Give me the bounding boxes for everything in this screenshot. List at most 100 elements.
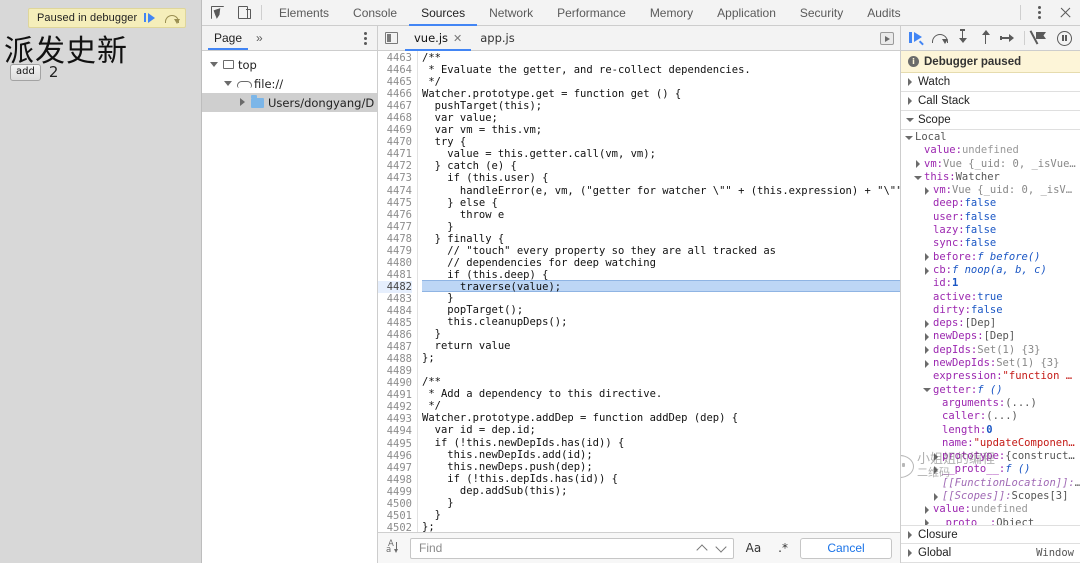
scope-row[interactable]: [[Scopes]]: Scopes[3] [901, 490, 1080, 503]
tab-audits[interactable]: Audits [855, 0, 912, 26]
close-icon[interactable]: ✕ [453, 32, 462, 45]
line-number[interactable]: 4474 [378, 185, 412, 197]
code-line[interactable]: handleError(e, vm, ("getter for watcher … [422, 185, 900, 197]
tab-memory[interactable]: Memory [638, 0, 705, 26]
code-line[interactable]: */ [422, 76, 900, 88]
line-number[interactable]: 4463 [378, 52, 412, 64]
code-line[interactable]: } [422, 221, 900, 233]
code-line[interactable]: // "touch" every property so they are al… [422, 245, 900, 257]
scope-row[interactable]: vm: Vue {_uid: 0, _isVue… [901, 158, 1080, 171]
code-line[interactable]: pushTarget(this); [422, 100, 900, 112]
tab-sources[interactable]: Sources [409, 0, 477, 26]
scope-row[interactable]: deep: false [901, 197, 1080, 210]
toggle-device-toolbar-button[interactable] [230, 1, 256, 25]
line-number[interactable]: 4465 [378, 76, 412, 88]
customize-devtools-button[interactable] [1026, 1, 1052, 25]
tab-application[interactable]: Application [705, 0, 788, 26]
code-line[interactable]: Watcher.prototype.addDep = function addD… [422, 412, 900, 424]
code-line[interactable]: */ [422, 400, 900, 412]
line-number[interactable]: 4470 [378, 136, 412, 148]
chevron-right-icon[interactable] [906, 549, 914, 557]
show-navigator-icon[interactable] [385, 32, 398, 44]
scope-row[interactable]: before: f before() [901, 251, 1080, 264]
line-number[interactable]: 4471 [378, 148, 412, 160]
line-number[interactable]: 4495 [378, 438, 412, 450]
line-number[interactable]: 4484 [378, 305, 412, 317]
tab-elements[interactable]: Elements [267, 0, 341, 26]
code-line[interactable]: /** [422, 52, 900, 64]
line-number[interactable]: 4483 [378, 293, 412, 305]
scope-row[interactable]: depIds: Set(1) {3} [901, 344, 1080, 357]
scope-row[interactable]: newDepIds: Set(1) {3} [901, 357, 1080, 370]
line-number[interactable]: 4467 [378, 100, 412, 112]
code-line[interactable]: throw e [422, 209, 900, 221]
navigator-more-tabs[interactable]: » [248, 31, 271, 45]
step-out-icon[interactable] [975, 27, 996, 49]
pause-on-exceptions-icon[interactable] [1053, 27, 1074, 49]
code-line[interactable]: popTarget(); [422, 304, 900, 316]
code-content[interactable]: /** * Evaluate the getter, and re-collec… [418, 51, 900, 532]
section-scope[interactable]: Scope [901, 111, 1080, 130]
tree-item-top[interactable]: top [202, 55, 377, 74]
find-next-icon[interactable] [712, 539, 730, 558]
match-whole-word-icon[interactable]: A a [386, 539, 403, 556]
scope-row[interactable]: newDeps: [Dep] [901, 330, 1080, 343]
line-number[interactable]: 4491 [378, 389, 412, 401]
scope-row[interactable]: deps: [Dep] [901, 317, 1080, 330]
line-number[interactable]: 4466 [378, 88, 412, 100]
line-number[interactable]: 4498 [378, 474, 412, 486]
line-number[interactable]: 4502 [378, 522, 412, 532]
code-line[interactable]: } [422, 292, 900, 304]
scope-row[interactable]: id: 1 [901, 277, 1080, 290]
code-line[interactable]: value = this.getter.call(vm, vm); [422, 148, 900, 160]
chevron-down-icon[interactable] [914, 174, 922, 182]
chevron-down-icon[interactable] [905, 134, 913, 142]
scope-row[interactable]: arguments: (...) [901, 397, 1080, 410]
scope-row[interactable]: __proto__: Object [901, 517, 1080, 525]
line-number[interactable]: 4477 [378, 221, 412, 233]
line-number[interactable]: 4486 [378, 329, 412, 341]
chevron-right-icon[interactable] [238, 98, 247, 107]
chevron-right-icon[interactable] [932, 452, 940, 461]
section-watch[interactable]: Watch [901, 73, 1080, 92]
chevron-right-icon[interactable] [932, 466, 940, 475]
code-line[interactable]: var vm = this.vm; [422, 124, 900, 136]
chevron-right-icon[interactable] [923, 346, 931, 355]
chevron-right-icon[interactable] [923, 253, 931, 262]
code-editor[interactable]: 4463 4464 4465 4466 4467 4468 4469 4470 4471 4472… [378, 51, 900, 532]
code-line[interactable]: try { [422, 136, 900, 148]
navigator-menu-icon[interactable] [364, 31, 367, 45]
source-tab-app-js[interactable]: app.js [471, 26, 524, 51]
chevron-down-icon[interactable] [224, 79, 233, 88]
code-line[interactable]: } [422, 328, 900, 340]
tab-security[interactable]: Security [788, 0, 855, 26]
step-into-icon[interactable] [952, 27, 973, 49]
regex-button[interactable]: .* [773, 541, 793, 555]
chevron-right-icon[interactable] [923, 186, 931, 195]
line-number[interactable]: 4493 [378, 413, 412, 425]
code-line[interactable]: }; [422, 352, 900, 364]
line-number[interactable]: 4478 [378, 233, 412, 245]
line-number[interactable]: 4473 [378, 172, 412, 184]
scope-row[interactable]: Local [901, 131, 1080, 144]
step-icon[interactable] [998, 27, 1019, 49]
overlay-step-over-icon[interactable] [164, 12, 181, 24]
chevron-right-icon[interactable] [906, 97, 914, 105]
chevron-right-icon[interactable] [923, 359, 931, 368]
line-number[interactable]: 4489 [378, 365, 412, 377]
add-button[interactable]: add [10, 63, 41, 81]
overlay-resume-icon[interactable] [144, 12, 157, 24]
scope-row[interactable]: length: 0 [901, 424, 1080, 437]
line-number[interactable]: 4500 [378, 498, 412, 510]
code-line[interactable]: // dependencies for deep watching [422, 257, 900, 269]
code-line[interactable]: } else { [422, 197, 900, 209]
scope-row[interactable]: [[FunctionLocation]]: … [901, 477, 1080, 490]
section-closure[interactable]: Closure [901, 525, 1080, 544]
scope-row[interactable]: sync: false [901, 237, 1080, 250]
scope-row[interactable]: lazy: false [901, 224, 1080, 237]
inspect-element-button[interactable] [204, 1, 230, 25]
line-number[interactable]: 4497 [378, 462, 412, 474]
line-number[interactable]: 4490 [378, 377, 412, 389]
chevron-down-icon[interactable] [906, 116, 914, 124]
scope-variable-tree[interactable]: Local value: undefined vm: Vue {_uid: 0, _… [901, 130, 1080, 525]
